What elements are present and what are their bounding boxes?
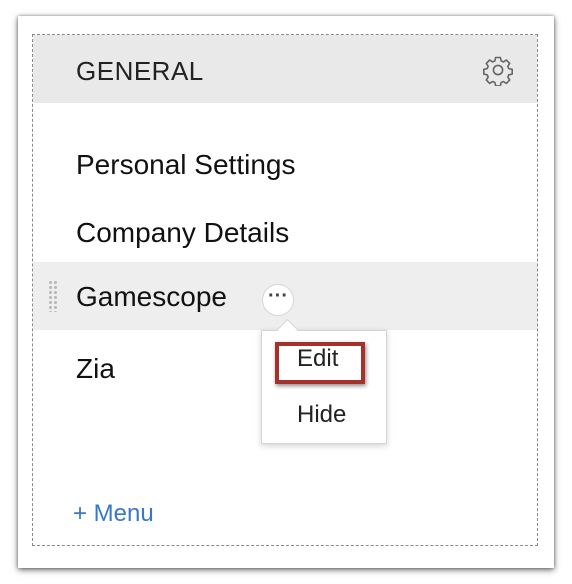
panel-header: GENERAL [33,35,537,103]
panel-title: GENERAL [76,56,204,86]
menu-item-label: Personal Settings [76,149,296,180]
more-options-button[interactable]: ··· [262,284,294,316]
add-menu-link[interactable]: + Menu [73,500,154,528]
edit-highlight-box [275,342,365,384]
drag-handle-icon[interactable] [48,280,58,312]
menu-item-label: Company Details [76,217,290,248]
menu-item-personal-settings[interactable]: Personal Settings [33,130,537,198]
popup-item-label: Hide [297,401,347,428]
menu-item-label: Gamescope [76,281,227,312]
menu-item-company-details[interactable]: Company Details [33,198,537,266]
popup-item-hide[interactable]: Hide [262,391,386,437]
menu-item-label: Zia [76,353,115,384]
screenshot-frame: GENERAL Personal Settings Company Detail… [18,16,554,568]
more-dots-icon: ··· [268,285,288,307]
popup-item-edit[interactable]: Edit [262,335,386,384]
gear-icon[interactable] [482,54,514,86]
general-panel: GENERAL Personal Settings Company Detail… [32,34,538,546]
options-popup: Edit Hide [261,318,387,444]
